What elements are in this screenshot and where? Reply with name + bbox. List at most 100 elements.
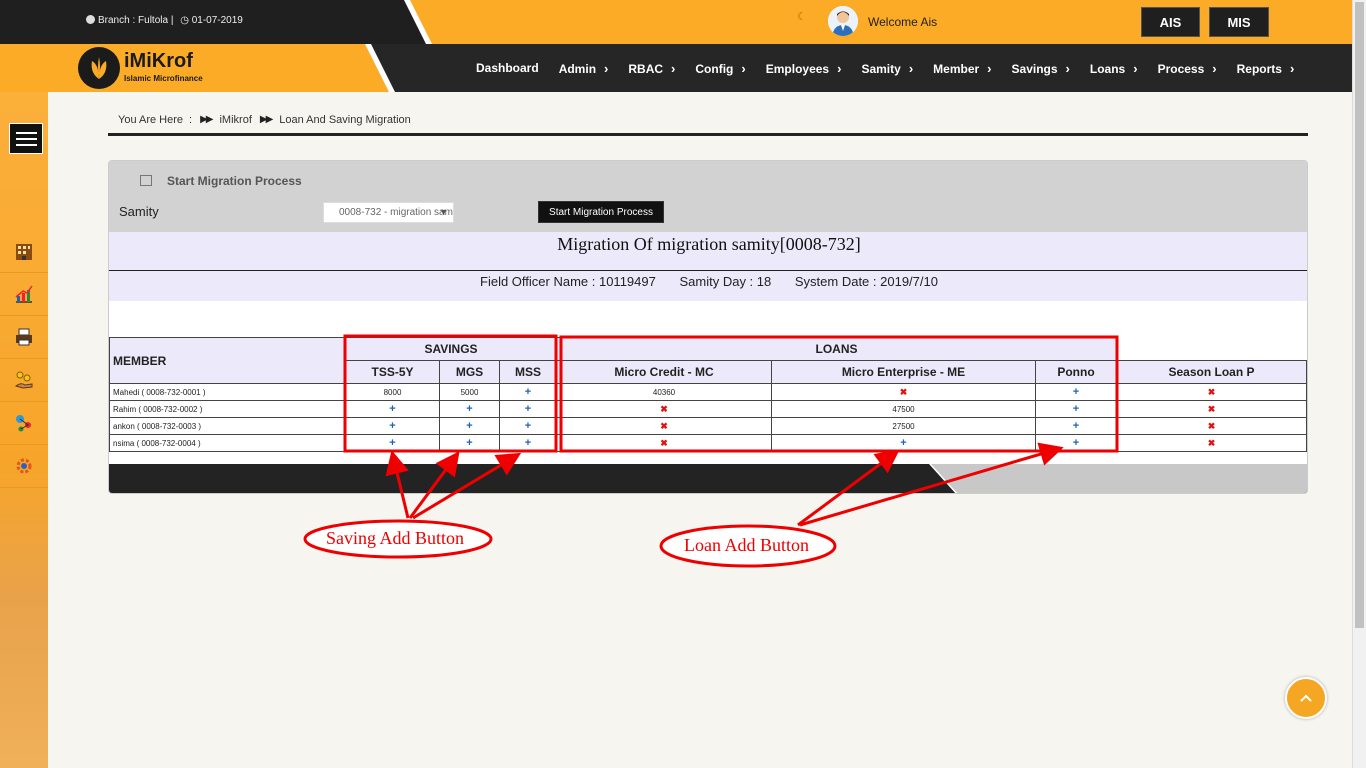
breadcrumb-item-current: Loan And Saving Migration — [279, 113, 411, 126]
branch-label: Branch : Fultola | — [98, 15, 174, 26]
empty-header-cell — [1116, 337, 1307, 361]
nav-savings[interactable]: Savings › — [1012, 61, 1070, 76]
table-cell: + — [1035, 417, 1117, 435]
avatar[interactable] — [828, 6, 858, 36]
nav-config[interactable]: Config › — [695, 61, 745, 76]
add-icon[interactable]: + — [900, 437, 906, 449]
table-cell: 47500 — [771, 400, 1036, 418]
breadcrumb-item-imikrof[interactable]: iMikrof — [219, 114, 251, 126]
add-icon[interactable]: + — [525, 386, 531, 398]
add-icon[interactable]: + — [525, 420, 531, 432]
table-cell: + — [1035, 400, 1117, 418]
main-nav: Dashboard Admin › RBAC › Config › Employees… — [476, 44, 1314, 92]
ais-button[interactable]: AIS — [1141, 7, 1200, 37]
migration-table: MEMBER SAVINGS LOANS TSS-5Y MGS MSS Micr… — [109, 337, 1307, 452]
hand-coins-icon[interactable] — [0, 359, 48, 402]
hamburger-menu-icon[interactable] — [9, 123, 43, 154]
nav-samity[interactable]: Samity › — [861, 61, 913, 76]
migration-panel: Start Migration Process Samity 0008-732 … — [108, 160, 1308, 494]
nav-dashboard[interactable]: Dashboard — [476, 61, 539, 75]
nav-label: Loans — [1089, 61, 1126, 76]
table-cell: + — [499, 434, 557, 452]
table-row: nsima ( 0008-732-0004 ) + + + ✖ + + ✖ — [109, 434, 1307, 452]
panel-title: Start Migration Process — [167, 174, 302, 188]
loans-header: LOANS — [556, 337, 1117, 361]
samity-select[interactable]: 0008-732 - migration samity ▼ — [323, 202, 454, 223]
chevron-right-icon: › — [741, 60, 746, 76]
chevron-right-icon: › — [604, 60, 609, 76]
close-icon: ✖ — [899, 386, 908, 397]
column-header: MSS — [499, 360, 557, 384]
start-migration-button[interactable]: Start Migration Process — [538, 201, 664, 223]
add-icon[interactable]: + — [389, 403, 395, 415]
table-body: Mahedi ( 0008-732-0001 ) 8000 5000 +40360 ✖ +… — [109, 383, 1307, 452]
date-label: 01-07-2019 — [191, 15, 243, 26]
nav-label: Config — [695, 61, 734, 76]
table-cell: ✖ — [1116, 434, 1307, 452]
chevron-right-icon: › — [671, 60, 676, 76]
nav-process[interactable]: Process › — [1158, 61, 1217, 76]
nav-employees[interactable]: Employees › — [766, 61, 842, 76]
nav-label: Savings — [1011, 61, 1058, 76]
nav-member[interactable]: Member › — [933, 61, 991, 76]
table-cell: 40360 — [556, 383, 772, 401]
samity-info-row: Field Officer Name : 10119497 Samity Day… — [109, 271, 1307, 301]
table-cell: ✖ — [1116, 383, 1307, 401]
table-row: Rahim ( 0008-732-0002 ) + + + ✖ 47500 + ✖ — [109, 400, 1307, 418]
savings-header: SAVINGS — [345, 337, 557, 361]
table-cell: + — [439, 400, 500, 418]
table-cell: + — [345, 434, 440, 452]
column-header: MGS — [439, 360, 500, 384]
branch-info: Branch : Fultola | ◷ 01-07-2019 — [86, 15, 243, 26]
column-header: Micro Enterprise - ME — [771, 360, 1036, 384]
add-icon[interactable]: + — [466, 403, 472, 415]
logo-icon[interactable] — [78, 47, 120, 89]
page-scrollbar[interactable] — [1352, 0, 1366, 768]
member-header: MEMBER — [109, 337, 346, 384]
add-icon[interactable]: + — [1073, 403, 1079, 415]
table-cell: ✖ — [556, 417, 772, 435]
brand-tagline: Islamic Microfinance — [124, 74, 203, 83]
mis-button[interactable]: MIS — [1209, 7, 1269, 37]
table-cell: + — [345, 400, 440, 418]
nav-label: Samity — [861, 61, 901, 76]
saving-annotation-label: Saving Add Button — [326, 528, 465, 548]
welcome-text: Welcome Ais — [868, 15, 938, 29]
add-icon[interactable]: + — [1073, 386, 1079, 398]
chevron-right-icon: › — [1212, 60, 1217, 76]
nav-label: Reports — [1236, 61, 1282, 76]
add-icon[interactable]: + — [525, 403, 531, 415]
add-icon[interactable]: + — [466, 437, 472, 449]
table-cell: + — [499, 383, 557, 401]
close-icon: ✖ — [1207, 420, 1216, 431]
panel-header — [109, 161, 1307, 232]
gear-icon[interactable] — [0, 445, 48, 488]
add-icon[interactable]: + — [525, 437, 531, 449]
add-icon[interactable]: + — [1073, 420, 1079, 432]
nav-loans[interactable]: Loans › — [1090, 61, 1138, 76]
double-chevron-icon: ▶▶ — [259, 114, 273, 125]
add-icon[interactable]: + — [466, 420, 472, 432]
table-cell: ✖ — [1116, 400, 1307, 418]
building-icon[interactable] — [0, 230, 48, 273]
chart-icon[interactable] — [0, 273, 48, 316]
scroll-to-top-button[interactable] — [1285, 677, 1327, 719]
add-icon[interactable]: + — [1073, 437, 1079, 449]
nav-label: Dashboard — [476, 61, 539, 75]
member-name-cell: Mahedi ( 0008-732-0001 ) — [109, 383, 346, 401]
scrollbar-thumb[interactable] — [1355, 2, 1364, 628]
table-cell: ✖ — [556, 400, 772, 418]
network-icon[interactable] — [0, 402, 48, 445]
brand-name[interactable]: iMiKrof — [124, 50, 193, 73]
nav-rbac[interactable]: RBAC › — [628, 61, 675, 76]
nav-admin[interactable]: Admin › — [559, 61, 609, 76]
table-cell: + — [439, 434, 500, 452]
printer-icon[interactable] — [0, 316, 48, 359]
chevron-right-icon: › — [1133, 60, 1138, 76]
nav-reports[interactable]: Reports › — [1237, 61, 1295, 76]
breadcrumb-colon: : — [189, 113, 193, 126]
table-cell: ✖ — [771, 383, 1036, 401]
add-icon[interactable]: + — [389, 420, 395, 432]
add-icon[interactable]: + — [389, 437, 395, 449]
breadcrumb-prefix: You Are Here — [118, 113, 184, 126]
